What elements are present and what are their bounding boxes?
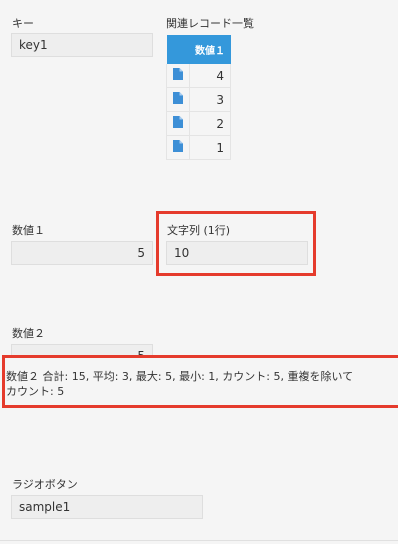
document-icon[interactable]	[173, 116, 183, 131]
row-number1-cell: 2	[189, 111, 231, 136]
table-row[interactable]: 4	[166, 64, 231, 88]
related-records-table: 数値１ 4321	[166, 35, 231, 160]
row-icon-cell[interactable]	[166, 64, 190, 88]
number1-field[interactable]: 5	[11, 241, 153, 265]
row-number1-cell: 1	[189, 135, 231, 160]
highlight-box-aggregation	[2, 355, 398, 408]
text-field[interactable]: 10	[166, 241, 308, 265]
table-row[interactable]: 1	[166, 135, 231, 160]
row-icon-cell[interactable]	[166, 135, 190, 160]
row-icon-cell[interactable]	[166, 87, 190, 112]
radio-label: ラジオボタン	[12, 478, 78, 491]
document-icon[interactable]	[173, 140, 183, 155]
row-icon-cell[interactable]	[166, 111, 190, 136]
table-header-number1[interactable]: 数値１	[189, 35, 231, 64]
radio-field[interactable]: sample1	[11, 495, 203, 519]
key-field[interactable]: key1	[11, 33, 153, 57]
table-row[interactable]: 2	[166, 111, 231, 136]
number2-label: 数値２	[12, 327, 45, 340]
table-row[interactable]: 3	[166, 87, 231, 112]
related-records-label: 関連レコード一覧	[166, 17, 254, 30]
row-number1-cell: 3	[189, 87, 231, 112]
key-label: キー	[12, 17, 34, 30]
document-icon[interactable]	[173, 68, 183, 83]
divider	[0, 540, 398, 541]
text-field-label: 文字列 (1行)	[167, 224, 231, 237]
document-icon[interactable]	[173, 92, 183, 107]
table-header-icon-column	[166, 35, 190, 64]
number1-label: 数値１	[12, 224, 45, 237]
row-number1-cell: 4	[189, 64, 231, 88]
